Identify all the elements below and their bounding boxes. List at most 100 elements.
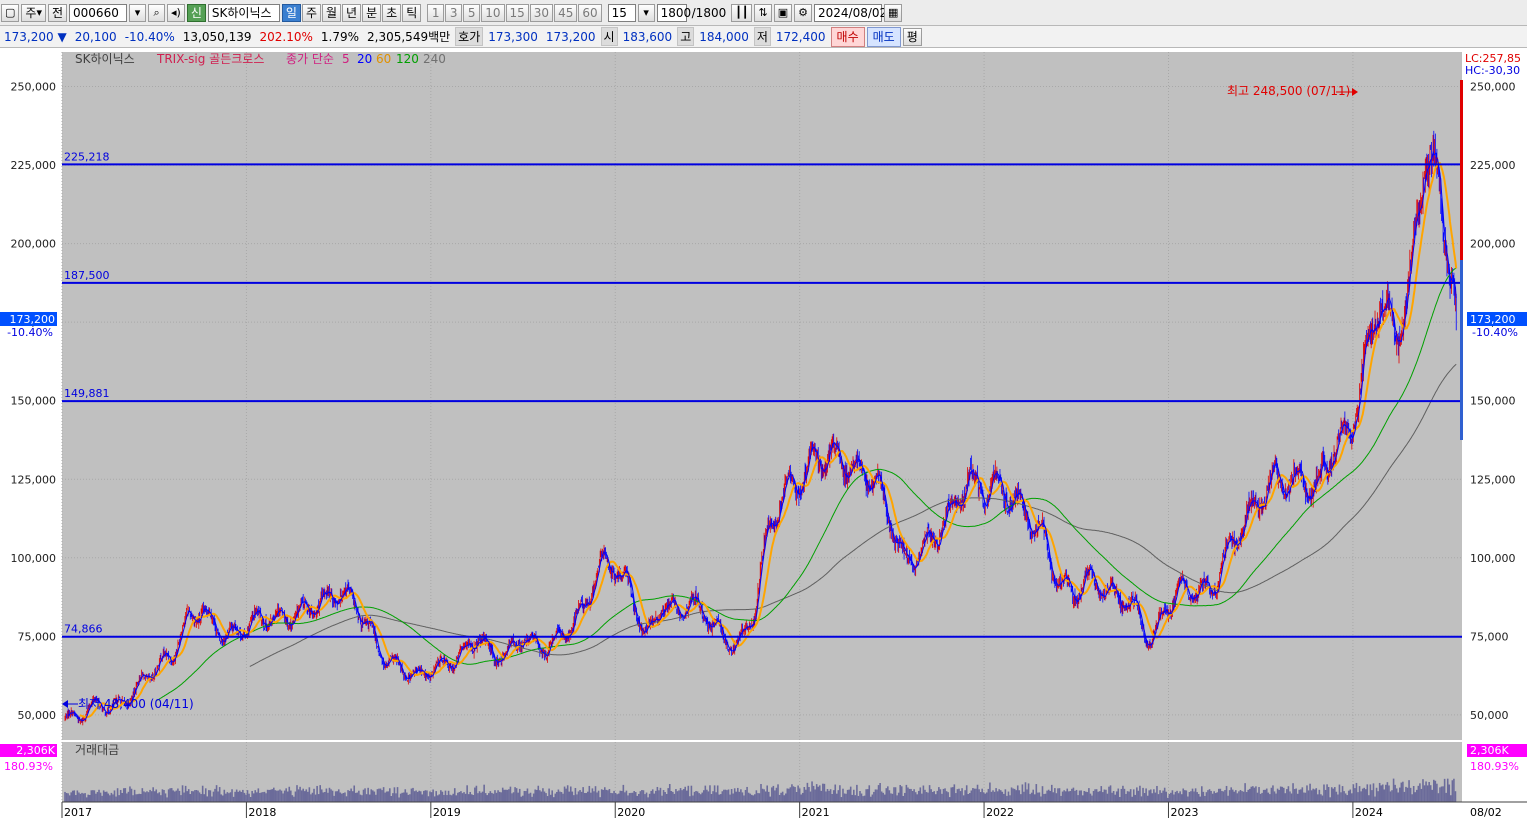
volume-max-text-right: 2,306K [1470,744,1509,757]
volume-max-text: 2,306K [16,744,55,757]
low-price: 172,400 [775,29,826,44]
high-label: 고 [677,27,695,46]
y-tick-label-right: 100,000 [1470,552,1516,565]
min-annotation: 최저 48,400 (04/11) [78,697,194,711]
hline-label: 187,500 [64,269,110,282]
legend-ma120: 120 [396,52,419,66]
x-tick-label: 2021 [802,806,830,819]
count-total: /1800 [691,5,727,20]
x-tick-label: 2023 [1170,806,1198,819]
price-chart[interactable]: 225,218 187,500 149,881 74,866 50,000 50,000… [0,50,1527,820]
x-tick-label: 2020 [617,806,645,819]
bid-price: 173,200 [545,29,596,44]
legend-ma20: 20 [357,52,372,66]
x-tick-label: 2024 [1355,806,1383,819]
x-tick-label: 2022 [986,806,1014,819]
ask-price: 173,300 [488,29,538,44]
y-tick-label-right: 225,000 [1470,159,1516,172]
hline-label: 74,866 [64,623,103,636]
left-change-text: -10.40% [7,326,53,339]
volume-ratio: 202.10% [259,29,313,44]
legend-ma240: 240 [423,52,446,66]
volume-pct-text-right: 180.93% [1470,760,1519,773]
hc-label: HC:-30,30 [1465,64,1520,77]
calendar-icon[interactable]: ▦ [883,3,903,22]
minute-steps: 1 3 5 10 15 30 45 60 [427,3,602,22]
minute-step-1[interactable]: 1 [427,3,445,22]
minute-step-15[interactable]: 15 [505,3,529,22]
overlay-icon[interactable]: ⇅ [754,3,772,22]
save-icon[interactable]: ▣ [773,3,793,22]
legend-ma-label: 종가 단순 [286,52,334,66]
credit-badge[interactable]: 신 [186,3,206,22]
period-tab-4[interactable]: 분 [362,3,382,22]
stock-name-display: SK하이닉스 [207,3,280,22]
market-select[interactable]: 주 ▾ [21,3,46,22]
quote-bar: 173,200 ▼ 20,100 -10.40% 13,050,139 202.… [0,26,1527,48]
period-tab-6[interactable]: 틱 [402,3,422,22]
period-tab-3[interactable]: 년 [342,3,362,22]
x-tick-label: 2017 [64,806,92,819]
y-tick-label-left: 200,000 [11,238,57,251]
y-tick-label-left: 225,000 [11,159,57,172]
open-price: 183,600 [622,29,673,44]
legend-ma5: 5 [342,52,350,66]
eval-button[interactable]: 평 [902,27,922,46]
legend-indicator: TRIX-sig 골든크로스 [156,52,264,66]
period-tab-2[interactable]: 월 [322,3,342,22]
custom-step-input[interactable]: 15 [607,3,636,22]
hline-label: 225,218 [64,150,110,163]
y-tick-label-left: 100,000 [11,552,57,565]
low-label: 저 [753,27,771,46]
chevron-down-icon: ▾ [36,5,42,19]
period-tab-1[interactable]: 주 [301,3,321,22]
stock-code-input[interactable]: 000660 [69,3,128,22]
y-tick-label-right: 50,000 [1470,709,1509,722]
period-tabs: 일주월년분초틱 [281,3,422,22]
minute-step-60[interactable]: 60 [578,3,602,22]
period-tab-5[interactable]: 초 [382,3,402,22]
custom-step-dropdown[interactable]: ▾ [637,3,655,22]
y-tick-label-right: 75,000 [1470,630,1509,643]
open-label: 시 [600,27,618,46]
bid-label: 호가 [455,27,484,46]
code-dropdown-button[interactable]: ▾ [129,3,147,22]
volume: 13,050,139 [182,29,252,44]
minute-step-5[interactable]: 5 [463,3,481,22]
layout-toggle-icon[interactable]: ▢ [1,3,20,22]
sell-button[interactable]: 매도 [866,26,901,47]
y-tick-label-left: 50,000 [18,709,57,722]
search-icon[interactable]: ⌕ [148,3,166,22]
minute-step-30[interactable]: 30 [529,3,554,22]
minute-step-45[interactable]: 45 [554,3,578,22]
speaker-icon[interactable]: ◂) [167,3,185,22]
period-tab-0[interactable]: 일 [281,3,301,22]
turnover-pct: 1.79% [320,29,360,44]
lc-strength-bar [1460,80,1463,260]
minute-step-3[interactable]: 3 [445,3,463,22]
y-tick-label-right: 150,000 [1470,395,1516,408]
candle-type-icon[interactable]: ┃┃ [731,3,753,22]
price-change-pct: -10.40% [124,29,175,44]
y-tick-label-left: 75,000 [18,630,57,643]
y-tick-label-left: 250,000 [11,81,57,94]
volume-legend: 거래대금 [75,743,119,757]
main-toolbar: ▢ 주 ▾ 전 000660 ▾ ⌕ ◂) 신 SK하이닉스 일주월년분초틱 13… [0,0,1527,26]
count-input[interactable]: 1800 [656,3,691,22]
prefix-button[interactable]: 전 [47,3,68,22]
hline-label: 149,881 [64,387,110,400]
right-change-text: -10.40% [1472,326,1518,339]
buy-button[interactable]: 매수 [830,26,865,47]
legend-title: SK하이닉스 [75,52,135,66]
y-tick-label-left: 125,000 [11,473,57,486]
price-change: 20,100 [74,29,117,44]
gear-icon[interactable]: ⚙ [794,3,812,22]
down-arrow-icon: ▼ [57,29,67,44]
max-annotation: 최고 248,500 (07/11) [1227,84,1350,98]
date-input[interactable]: 2024/08/02 [813,3,887,22]
right-price-tag-text: 173,200 [1470,313,1516,326]
minute-step-10[interactable]: 10 [481,3,505,22]
trade-amount: 2,305,549백만 [367,30,451,44]
x-tick-label: 2019 [433,806,461,819]
y-tick-label-left: 150,000 [11,395,57,408]
